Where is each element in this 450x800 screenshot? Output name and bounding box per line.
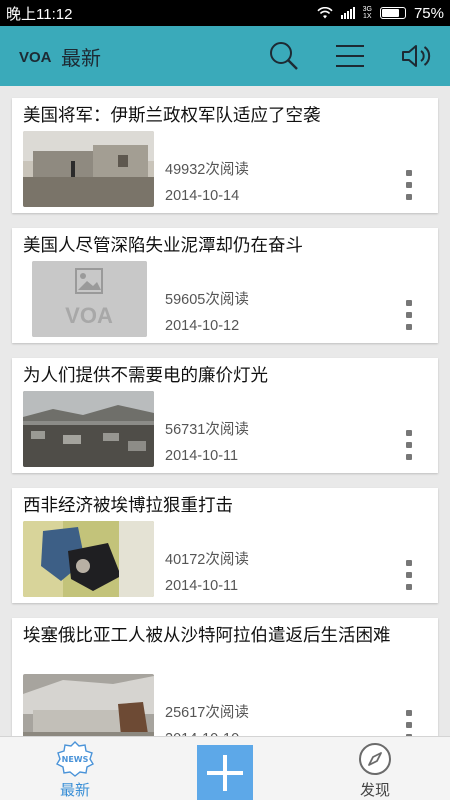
article-card[interactable]: 埃塞俄比亚工人被从沙特阿拉伯遣返后生活困难 25617次阅读 2014-10-1…	[12, 618, 438, 736]
add-button[interactable]	[197, 745, 253, 800]
more-dot-icon	[406, 572, 412, 578]
publish-date: 2014-10-12	[165, 318, 240, 334]
svg-text:NEWS: NEWS	[62, 755, 89, 764]
status-icons: 3G 1X 75%	[317, 5, 444, 22]
article-title: 为人们提供不需要电的廉价灯光	[23, 366, 268, 386]
view-count: 25617次阅读	[165, 705, 249, 721]
view-count: 56731次阅读	[165, 422, 249, 438]
more-options-button[interactable]	[399, 300, 419, 330]
svg-text:VOA: VOA	[65, 303, 113, 328]
rubble-icon	[23, 131, 154, 207]
app-title: 最新	[61, 45, 101, 70]
network-type: 3G 1X	[362, 6, 372, 20]
more-dot-icon	[406, 722, 412, 728]
menu-button[interactable]	[328, 34, 372, 78]
view-count: 59605次阅读	[165, 292, 249, 308]
nav-discover[interactable]: 发现	[300, 737, 450, 800]
more-dot-icon	[406, 454, 412, 460]
view-count: 40172次阅读	[165, 552, 249, 568]
battery-icon	[379, 7, 406, 19]
compass-icon	[359, 743, 391, 775]
more-dot-icon	[406, 442, 412, 448]
more-dot-icon	[406, 170, 412, 176]
more-dot-icon	[406, 194, 412, 200]
plus-icon	[207, 755, 243, 791]
nav-discover-label: 发现	[359, 781, 390, 799]
news-badge-icon: NEWS	[56, 741, 94, 777]
camp-icon	[23, 391, 154, 467]
battery-level: 75%	[413, 4, 444, 22]
nav-latest-label: 最新	[59, 781, 90, 799]
menu-icon	[336, 45, 364, 67]
wifi-icon	[317, 7, 333, 19]
article-card[interactable]: 为人们提供不需要电的廉价灯光 56731次阅读 2014-10-11	[12, 358, 438, 473]
article-card[interactable]: 美国将军：伊斯兰政权军队适应了空袭 49932次阅读 2014-10-14	[12, 98, 438, 213]
more-dot-icon	[406, 584, 412, 590]
more-dot-icon	[406, 300, 412, 306]
publish-date: 2014-10-14	[165, 188, 240, 204]
search-icon	[270, 42, 298, 70]
article-title: 美国将军：伊斯兰政权军队适应了空袭	[23, 106, 321, 126]
more-options-button[interactable]	[399, 430, 419, 460]
clinic-icon	[23, 521, 154, 597]
more-dot-icon	[406, 312, 412, 318]
publish-date: 2014-10-11	[165, 448, 239, 464]
nav-add[interactable]	[150, 737, 300, 800]
more-dot-icon	[406, 560, 412, 566]
more-options-button[interactable]	[399, 710, 419, 736]
app-bar: VOA 最新	[0, 26, 450, 86]
audio-button[interactable]	[394, 34, 438, 78]
more-dot-icon	[406, 324, 412, 330]
more-options-button[interactable]	[399, 170, 419, 200]
view-count: 49932次阅读	[165, 162, 249, 178]
article-title: 西非经济被埃博拉狠重打击	[23, 496, 233, 516]
status-time: 晚上11:12	[6, 5, 73, 23]
more-dot-icon	[406, 182, 412, 188]
search-button[interactable]	[262, 34, 306, 78]
more-dot-icon	[406, 710, 412, 716]
more-dot-icon	[406, 430, 412, 436]
voa-logo-icon: VOA	[19, 49, 52, 65]
voa-logo: VOA	[19, 46, 53, 66]
svg-text:VOA: VOA	[19, 49, 52, 65]
article-card[interactable]: 美国人尽管深陷失业泥潭却仍在奋斗 VOA 59605次阅读 2014-10-12	[12, 228, 438, 343]
publish-date: 2014-10-11	[165, 578, 239, 594]
article-title: 埃塞俄比亚工人被从沙特阿拉伯遣返后生活困难	[23, 626, 391, 646]
status-bar: 晚上11:12 3G 1X 75%	[0, 0, 450, 26]
nav-latest[interactable]: NEWS 最新	[0, 737, 150, 800]
signal-icon	[340, 7, 355, 19]
article-title: 美国人尽管深陷失业泥潭却仍在奋斗	[23, 236, 303, 256]
tents-icon	[23, 674, 154, 736]
article-list[interactable]: 美国将军：伊斯兰政权军队适应了空袭 49932次阅读 2014-10-14 美国…	[0, 86, 450, 736]
image-placeholder-icon: VOA	[32, 261, 147, 337]
speaker-icon	[402, 45, 431, 67]
bottom-nav: NEWS 最新 发现	[0, 736, 450, 800]
more-options-button[interactable]	[399, 560, 419, 590]
article-card[interactable]: 西非经济被埃博拉狠重打击 40172次阅读 2014-10-11	[12, 488, 438, 603]
